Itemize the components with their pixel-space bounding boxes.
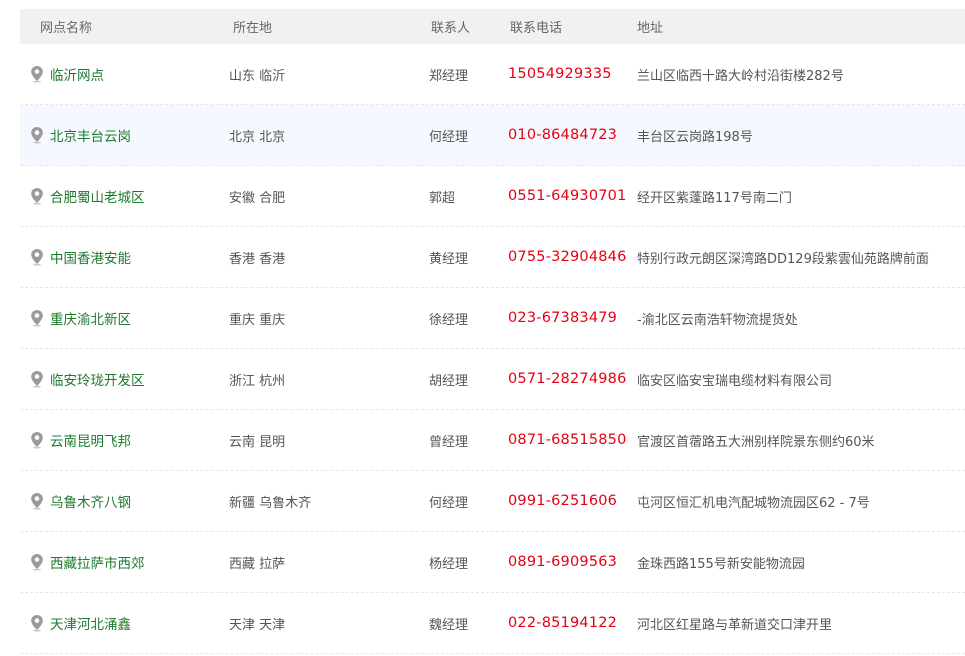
outlet-table: 网点名称 所在地 联系人 联系电话 地址 临沂网点 山东 临沂 郑经理 1505… xyxy=(20,9,965,654)
location-pin-icon xyxy=(30,553,44,571)
phone-number: 010-86484723 xyxy=(508,127,618,143)
outlet-location: 浙江 杭州 xyxy=(229,373,286,389)
outlet-phone: 0551-64930701 xyxy=(508,188,637,204)
outlet-phone: 15054929335 xyxy=(508,66,637,82)
outlet-contact: 何经理 xyxy=(429,495,469,511)
table-row: 合肥蜀山老城区 安徽 合肥 郭超 0551-64930701 经开区紫蓬路117… xyxy=(20,166,965,227)
outlet-location: 西藏 拉萨 xyxy=(229,556,286,572)
outlet-location: 云南 昆明 xyxy=(229,434,286,450)
table-row: 天津河北涌鑫 天津 天津 魏经理 022-85194122 河北区红星路与革新道… xyxy=(20,593,965,654)
phone-number: 022-85194122 xyxy=(508,615,618,631)
table-row: 西藏拉萨市西郊 西藏 拉萨 杨经理 0891-6909563 金珠西路155号新… xyxy=(20,532,965,593)
outlet-address: 兰山区临西十路大岭村沿街楼282号 xyxy=(637,68,844,84)
location-pin-icon xyxy=(30,65,44,83)
outlet-name-link[interactable]: 天津河北涌鑫 xyxy=(50,613,131,633)
table-row: 重庆渝北新区 重庆 重庆 徐经理 023-67383479 -渝北区云南浩轩物流… xyxy=(20,288,965,349)
outlet-name-link[interactable]: 北京丰台云岗 xyxy=(50,125,131,145)
table-row: 临安玲珑开发区 浙江 杭州 胡经理 0571-28274986 临安区临安宝瑞电… xyxy=(20,349,965,410)
outlet-contact: 曾经理 xyxy=(429,434,469,450)
phone-number: 15054929335 xyxy=(508,66,612,82)
location-pin-icon xyxy=(30,370,44,388)
location-pin-icon xyxy=(30,431,44,449)
outlet-location: 新疆 乌鲁木齐 xyxy=(229,495,312,511)
outlet-name-cell: 西藏拉萨市西郊 xyxy=(20,552,229,572)
table-body: 临沂网点 山东 临沂 郑经理 15054929335 兰山区临西十路大岭村沿街楼… xyxy=(20,44,965,654)
phone-number: 0551-64930701 xyxy=(508,188,627,204)
table-row: 北京丰台云岗 北京 北京 何经理 010-86484723 丰台区云岗路198号 xyxy=(20,105,965,166)
outlet-phone: 010-86484723 xyxy=(508,127,637,143)
outlet-address: 河北区红星路与革新道交口津开里 xyxy=(637,617,833,633)
outlet-name-link[interactable]: 重庆渝北新区 xyxy=(50,308,131,328)
outlet-location: 重庆 重庆 xyxy=(229,312,286,328)
outlet-address: 官渡区首蓿路五大洲别样院景东侧约60米 xyxy=(637,434,875,450)
outlet-phone: 0571-28274986 xyxy=(508,371,637,387)
outlet-phone: 0891-6909563 xyxy=(508,554,637,570)
outlet-name-cell: 临安玲珑开发区 xyxy=(20,369,229,389)
location-pin-icon xyxy=(30,126,44,144)
phone-number: 0891-6909563 xyxy=(508,554,618,570)
outlet-name-cell: 天津河北涌鑫 xyxy=(20,613,229,633)
header-location: 所在地 xyxy=(233,21,273,36)
outlet-name-link[interactable]: 云南昆明飞邦 xyxy=(50,430,131,450)
outlet-location: 天津 天津 xyxy=(229,617,286,633)
outlet-name-link[interactable]: 临安玲珑开发区 xyxy=(50,369,145,389)
outlet-address: 经开区紫蓬路117号南二门 xyxy=(637,190,792,206)
outlet-location: 北京 北京 xyxy=(229,129,286,145)
phone-number: 0755-32904846 xyxy=(508,249,627,265)
outlet-phone: 0755-32904846 xyxy=(508,249,637,265)
location-pin-icon xyxy=(30,248,44,266)
table-row: 云南昆明飞邦 云南 昆明 曾经理 0871-68515850 官渡区首蓿路五大洲… xyxy=(20,410,965,471)
outlet-name-link[interactable]: 乌鲁木齐八钢 xyxy=(50,491,131,511)
outlet-name-cell: 临沂网点 xyxy=(20,64,229,84)
phone-number: 023-67383479 xyxy=(508,310,618,326)
table-row: 乌鲁木齐八钢 新疆 乌鲁木齐 何经理 0991-6251606 屯河区恒汇机电汽… xyxy=(20,471,965,532)
header-contact: 联系人 xyxy=(431,21,471,36)
outlet-location: 山东 临沂 xyxy=(229,68,286,84)
outlet-name-cell: 乌鲁木齐八钢 xyxy=(20,491,229,511)
outlet-phone: 0991-6251606 xyxy=(508,493,637,509)
outlet-contact: 郭超 xyxy=(429,190,456,206)
outlet-name-link[interactable]: 西藏拉萨市西郊 xyxy=(50,552,145,572)
outlet-address: 屯河区恒汇机电汽配城物流园区62 - 7号 xyxy=(637,495,870,511)
outlet-location: 安徽 合肥 xyxy=(229,190,286,206)
location-pin-icon xyxy=(30,614,44,632)
outlet-contact: 胡经理 xyxy=(429,373,469,389)
outlet-address: 金珠西路155号新安能物流园 xyxy=(637,556,805,572)
outlet-name-link[interactable]: 合肥蜀山老城区 xyxy=(50,186,145,206)
outlet-contact: 徐经理 xyxy=(429,312,469,328)
location-pin-icon xyxy=(30,187,44,205)
table-row: 中国香港安能 香港 香港 黄经理 0755-32904846 特别行政元朗区深湾… xyxy=(20,227,965,288)
outlet-phone: 023-67383479 xyxy=(508,310,637,326)
table-row: 临沂网点 山东 临沂 郑经理 15054929335 兰山区临西十路大岭村沿街楼… xyxy=(20,44,965,105)
outlet-contact: 魏经理 xyxy=(429,617,469,633)
location-pin-icon xyxy=(30,492,44,510)
outlet-contact: 郑经理 xyxy=(429,68,469,84)
outlet-contact: 杨经理 xyxy=(429,556,469,572)
header-phone: 联系电话 xyxy=(510,21,563,36)
outlet-contact: 黄经理 xyxy=(429,251,469,267)
phone-number: 0571-28274986 xyxy=(508,371,627,387)
outlet-address: 特别行政元朗区深湾路DD129段紫雲仙苑路牌前面 xyxy=(637,251,929,267)
outlet-address: 临安区临安宝瑞电缆材料有限公司 xyxy=(637,373,833,389)
outlet-phone: 0871-68515850 xyxy=(508,432,637,448)
table-header: 网点名称 所在地 联系人 联系电话 地址 xyxy=(20,9,965,44)
header-name: 网点名称 xyxy=(40,21,93,36)
phone-number: 0991-6251606 xyxy=(508,493,618,509)
outlet-address: 丰台区云岗路198号 xyxy=(637,129,753,145)
outlet-contact: 何经理 xyxy=(429,129,469,145)
phone-number: 0871-68515850 xyxy=(508,432,627,448)
outlet-name-link[interactable]: 中国香港安能 xyxy=(50,247,131,267)
outlet-name-cell: 中国香港安能 xyxy=(20,247,229,267)
location-pin-icon xyxy=(30,309,44,327)
outlet-name-cell: 北京丰台云岗 xyxy=(20,125,229,145)
outlet-name-cell: 重庆渝北新区 xyxy=(20,308,229,328)
outlet-name-cell: 云南昆明飞邦 xyxy=(20,430,229,450)
outlet-name-cell: 合肥蜀山老城区 xyxy=(20,186,229,206)
outlet-address: -渝北区云南浩轩物流提货处 xyxy=(637,312,798,328)
outlet-location: 香港 香港 xyxy=(229,251,286,267)
outlet-name-link[interactable]: 临沂网点 xyxy=(50,64,104,84)
outlet-phone: 022-85194122 xyxy=(508,615,637,631)
header-address: 地址 xyxy=(637,21,664,36)
